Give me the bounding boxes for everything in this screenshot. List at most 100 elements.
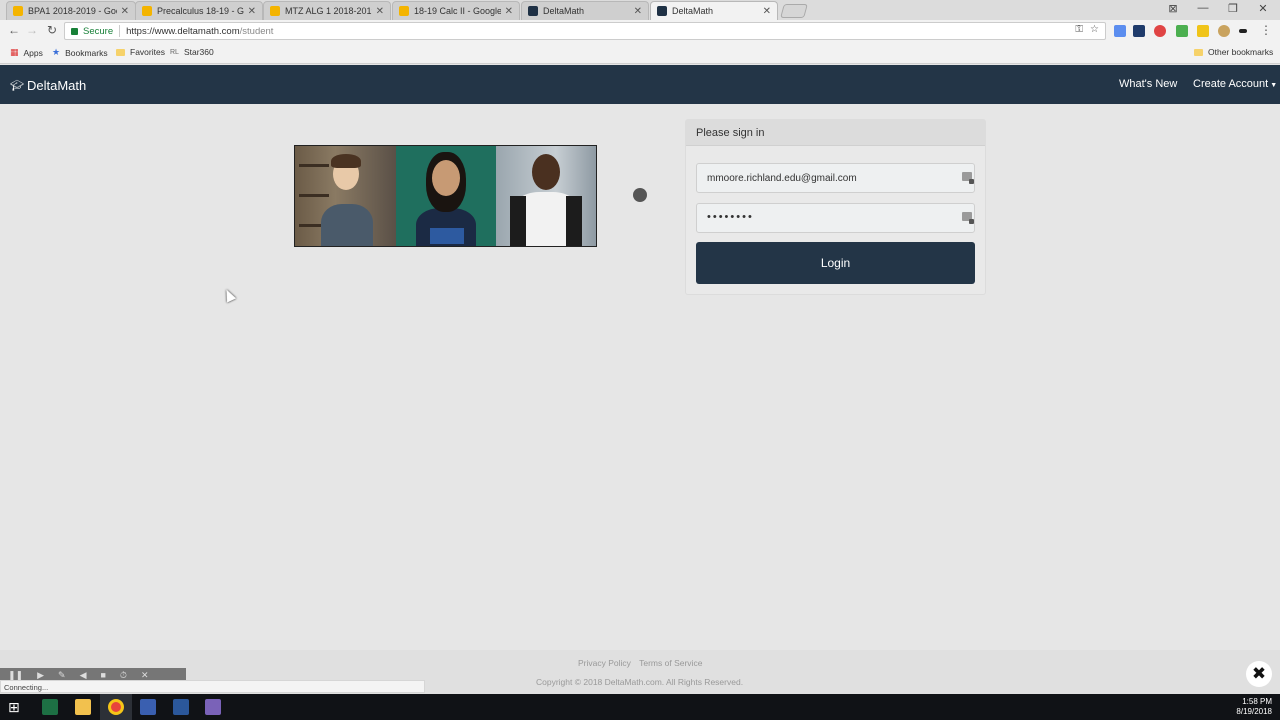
- other-bookmarks-label: Other bookmarks: [1208, 47, 1274, 57]
- caret-down-icon: ▼: [1270, 82, 1278, 89]
- close-tab-icon[interactable]: ✕: [376, 6, 384, 17]
- deltamath-favicon-icon: [528, 6, 538, 16]
- site-navbar: 🎓︎ DeltaMath What's New Create Account ▼: [0, 65, 1280, 104]
- extension-icon[interactable]: [1114, 25, 1126, 37]
- bookmark-label: Star360: [183, 47, 214, 57]
- bookmark-label: Apps: [23, 47, 43, 58]
- extension-icon[interactable]: [1239, 29, 1247, 33]
- footer-links: Privacy Policy Terms of Service: [578, 658, 708, 668]
- bookmark-favorites[interactable]: Favorites: [116, 47, 165, 57]
- extension-icon[interactable]: [1197, 25, 1209, 37]
- extension-icon[interactable]: [1154, 25, 1166, 37]
- create-account-dropdown[interactable]: Create Account ▼: [1193, 78, 1277, 90]
- clock-time: 1:58 PM: [1242, 697, 1272, 706]
- app-icon[interactable]: [140, 699, 156, 715]
- close-window-icon[interactable]: ✕: [1248, 2, 1278, 15]
- password-field[interactable]: ••••••••: [696, 203, 975, 233]
- camera-icon[interactable]: ■: [100, 670, 105, 680]
- browser-tab[interactable]: BPA1 2018-2019 - Googl ✕: [6, 1, 136, 20]
- close-tab-icon[interactable]: ✕: [634, 6, 642, 17]
- password-manager-icon[interactable]: [962, 212, 974, 224]
- tab-title: Precalculus 18-19 - Goog: [157, 6, 244, 16]
- restore-icon[interactable]: ❐: [1218, 2, 1248, 15]
- bookmark-apps[interactable]: ▦ Apps: [10, 47, 43, 58]
- profile-icon[interactable]: ⊠: [1158, 2, 1188, 15]
- key-icon[interactable]: ⚿: [1075, 24, 1083, 35]
- word-icon[interactable]: [173, 699, 189, 715]
- close-tab-icon[interactable]: ✕: [248, 6, 256, 17]
- secure-label: Secure: [83, 25, 114, 37]
- extension-icon[interactable]: [1218, 25, 1230, 37]
- chrome-icon[interactable]: [108, 699, 124, 715]
- browser-tab-active[interactable]: DeltaMath ✕: [650, 1, 778, 20]
- google-slides-icon: [270, 6, 280, 16]
- star-icon: ★: [52, 47, 61, 57]
- divider: [119, 25, 121, 37]
- apps-grid-icon: ▦: [10, 47, 19, 57]
- excel-icon[interactable]: [42, 699, 58, 715]
- browser-tab-bar: BPA1 2018-2019 - Googl ✕ Precalculus 18-…: [0, 0, 1280, 20]
- pen-icon[interactable]: ✎: [58, 670, 66, 681]
- extension-icon[interactable]: [1176, 25, 1188, 37]
- brand-name: DeltaMath: [26, 78, 87, 93]
- browser-tab[interactable]: MTZ ALG 1 2018-2019 - ( ✕: [263, 1, 391, 20]
- browser-tab[interactable]: DeltaMath ✕: [521, 1, 649, 20]
- browser-toolbar: ← → ↻ Secure https://www.deltamath.com/s…: [0, 20, 1280, 42]
- address-bar[interactable]: Secure https://www.deltamath.com/student…: [64, 22, 1106, 40]
- clock-date: 8/19/2018: [1236, 707, 1272, 716]
- whats-new-link[interactable]: What's New: [1119, 78, 1177, 90]
- loading-indicator: [633, 188, 647, 202]
- url-host: https://www.deltamath.com: [126, 25, 240, 37]
- pause-icon[interactable]: ❚❚: [8, 670, 23, 681]
- minimize-icon[interactable]: —: [1188, 2, 1218, 14]
- tab-title: BPA1 2018-2019 - Googl: [28, 6, 117, 16]
- privacy-policy-link[interactable]: Privacy Policy: [578, 658, 631, 668]
- google-slides-icon: [399, 6, 409, 16]
- bookmark-star360[interactable]: RL Star360: [170, 47, 214, 57]
- file-explorer-icon[interactable]: [75, 699, 91, 715]
- email-field[interactable]: mmoore.richland.edu@gmail.com: [696, 163, 975, 193]
- bookmarks-bar: ▦ Apps ★ Bookmarks Favorites RL Star360 …: [0, 42, 1280, 64]
- extension-icon[interactable]: [1133, 25, 1145, 37]
- timer-icon[interactable]: ⏱: [120, 670, 127, 681]
- tab-title: MTZ ALG 1 2018-2019 - (: [285, 6, 372, 16]
- forward-icon[interactable]: →: [24, 23, 40, 37]
- email-value: mmoore.richland.edu@gmail.com: [707, 173, 857, 184]
- google-slides-icon: [142, 6, 152, 16]
- app-icon[interactable]: [205, 699, 221, 715]
- windows-start-icon[interactable]: ⊞: [8, 699, 24, 715]
- sign-in-panel: Please sign in mmoore.richland.edu@gmail…: [685, 119, 986, 295]
- terms-of-service-link[interactable]: Terms of Service: [639, 658, 702, 668]
- bookmark-label: Favorites: [130, 47, 165, 57]
- other-bookmarks[interactable]: Other bookmarks: [1194, 47, 1273, 57]
- play-icon[interactable]: ▶: [37, 670, 44, 681]
- create-account-label: Create Account: [1193, 78, 1269, 90]
- bookmark-bookmarks[interactable]: ★ Bookmarks: [52, 47, 108, 58]
- login-button[interactable]: Login: [696, 242, 975, 284]
- close-tab-icon[interactable]: ✕: [505, 6, 513, 17]
- browser-tab[interactable]: Precalculus 18-19 - Goog ✕: [135, 1, 263, 20]
- close-tab-icon[interactable]: ✕: [763, 6, 771, 17]
- reload-icon[interactable]: ↻: [44, 23, 60, 37]
- close-icon[interactable]: ✖: [1246, 661, 1272, 687]
- graduation-cap-icon: 🎓︎: [10, 80, 24, 92]
- bookmark-label: Bookmarks: [65, 47, 108, 58]
- back-icon[interactable]: ←: [6, 23, 22, 37]
- rl-icon: RL: [170, 48, 179, 56]
- close-recorder-icon[interactable]: ✕: [141, 670, 149, 681]
- bookmark-star-icon[interactable]: ☆: [1090, 24, 1099, 35]
- audio-icon[interactable]: ◀: [80, 670, 87, 681]
- student-photo: [496, 146, 596, 246]
- system-clock[interactable]: 1:58 PM 8/19/2018: [1236, 697, 1272, 717]
- tab-title: DeltaMath: [672, 6, 714, 16]
- menu-icon[interactable]: ⋮: [1258, 23, 1274, 37]
- windows-taskbar: ⊞ 1:58 PM 8/19/2018: [0, 694, 1280, 720]
- password-manager-icon[interactable]: [962, 172, 974, 184]
- student-photo: [295, 146, 396, 246]
- browser-tab[interactable]: 18-19 Calc II - Google Sli ✕: [392, 1, 520, 20]
- deltamath-favicon-icon: [657, 6, 667, 16]
- brand-logo[interactable]: 🎓︎ DeltaMath: [10, 78, 86, 93]
- url-path: /student: [239, 25, 274, 37]
- close-tab-icon[interactable]: ✕: [121, 6, 129, 17]
- new-tab-button[interactable]: [780, 4, 808, 18]
